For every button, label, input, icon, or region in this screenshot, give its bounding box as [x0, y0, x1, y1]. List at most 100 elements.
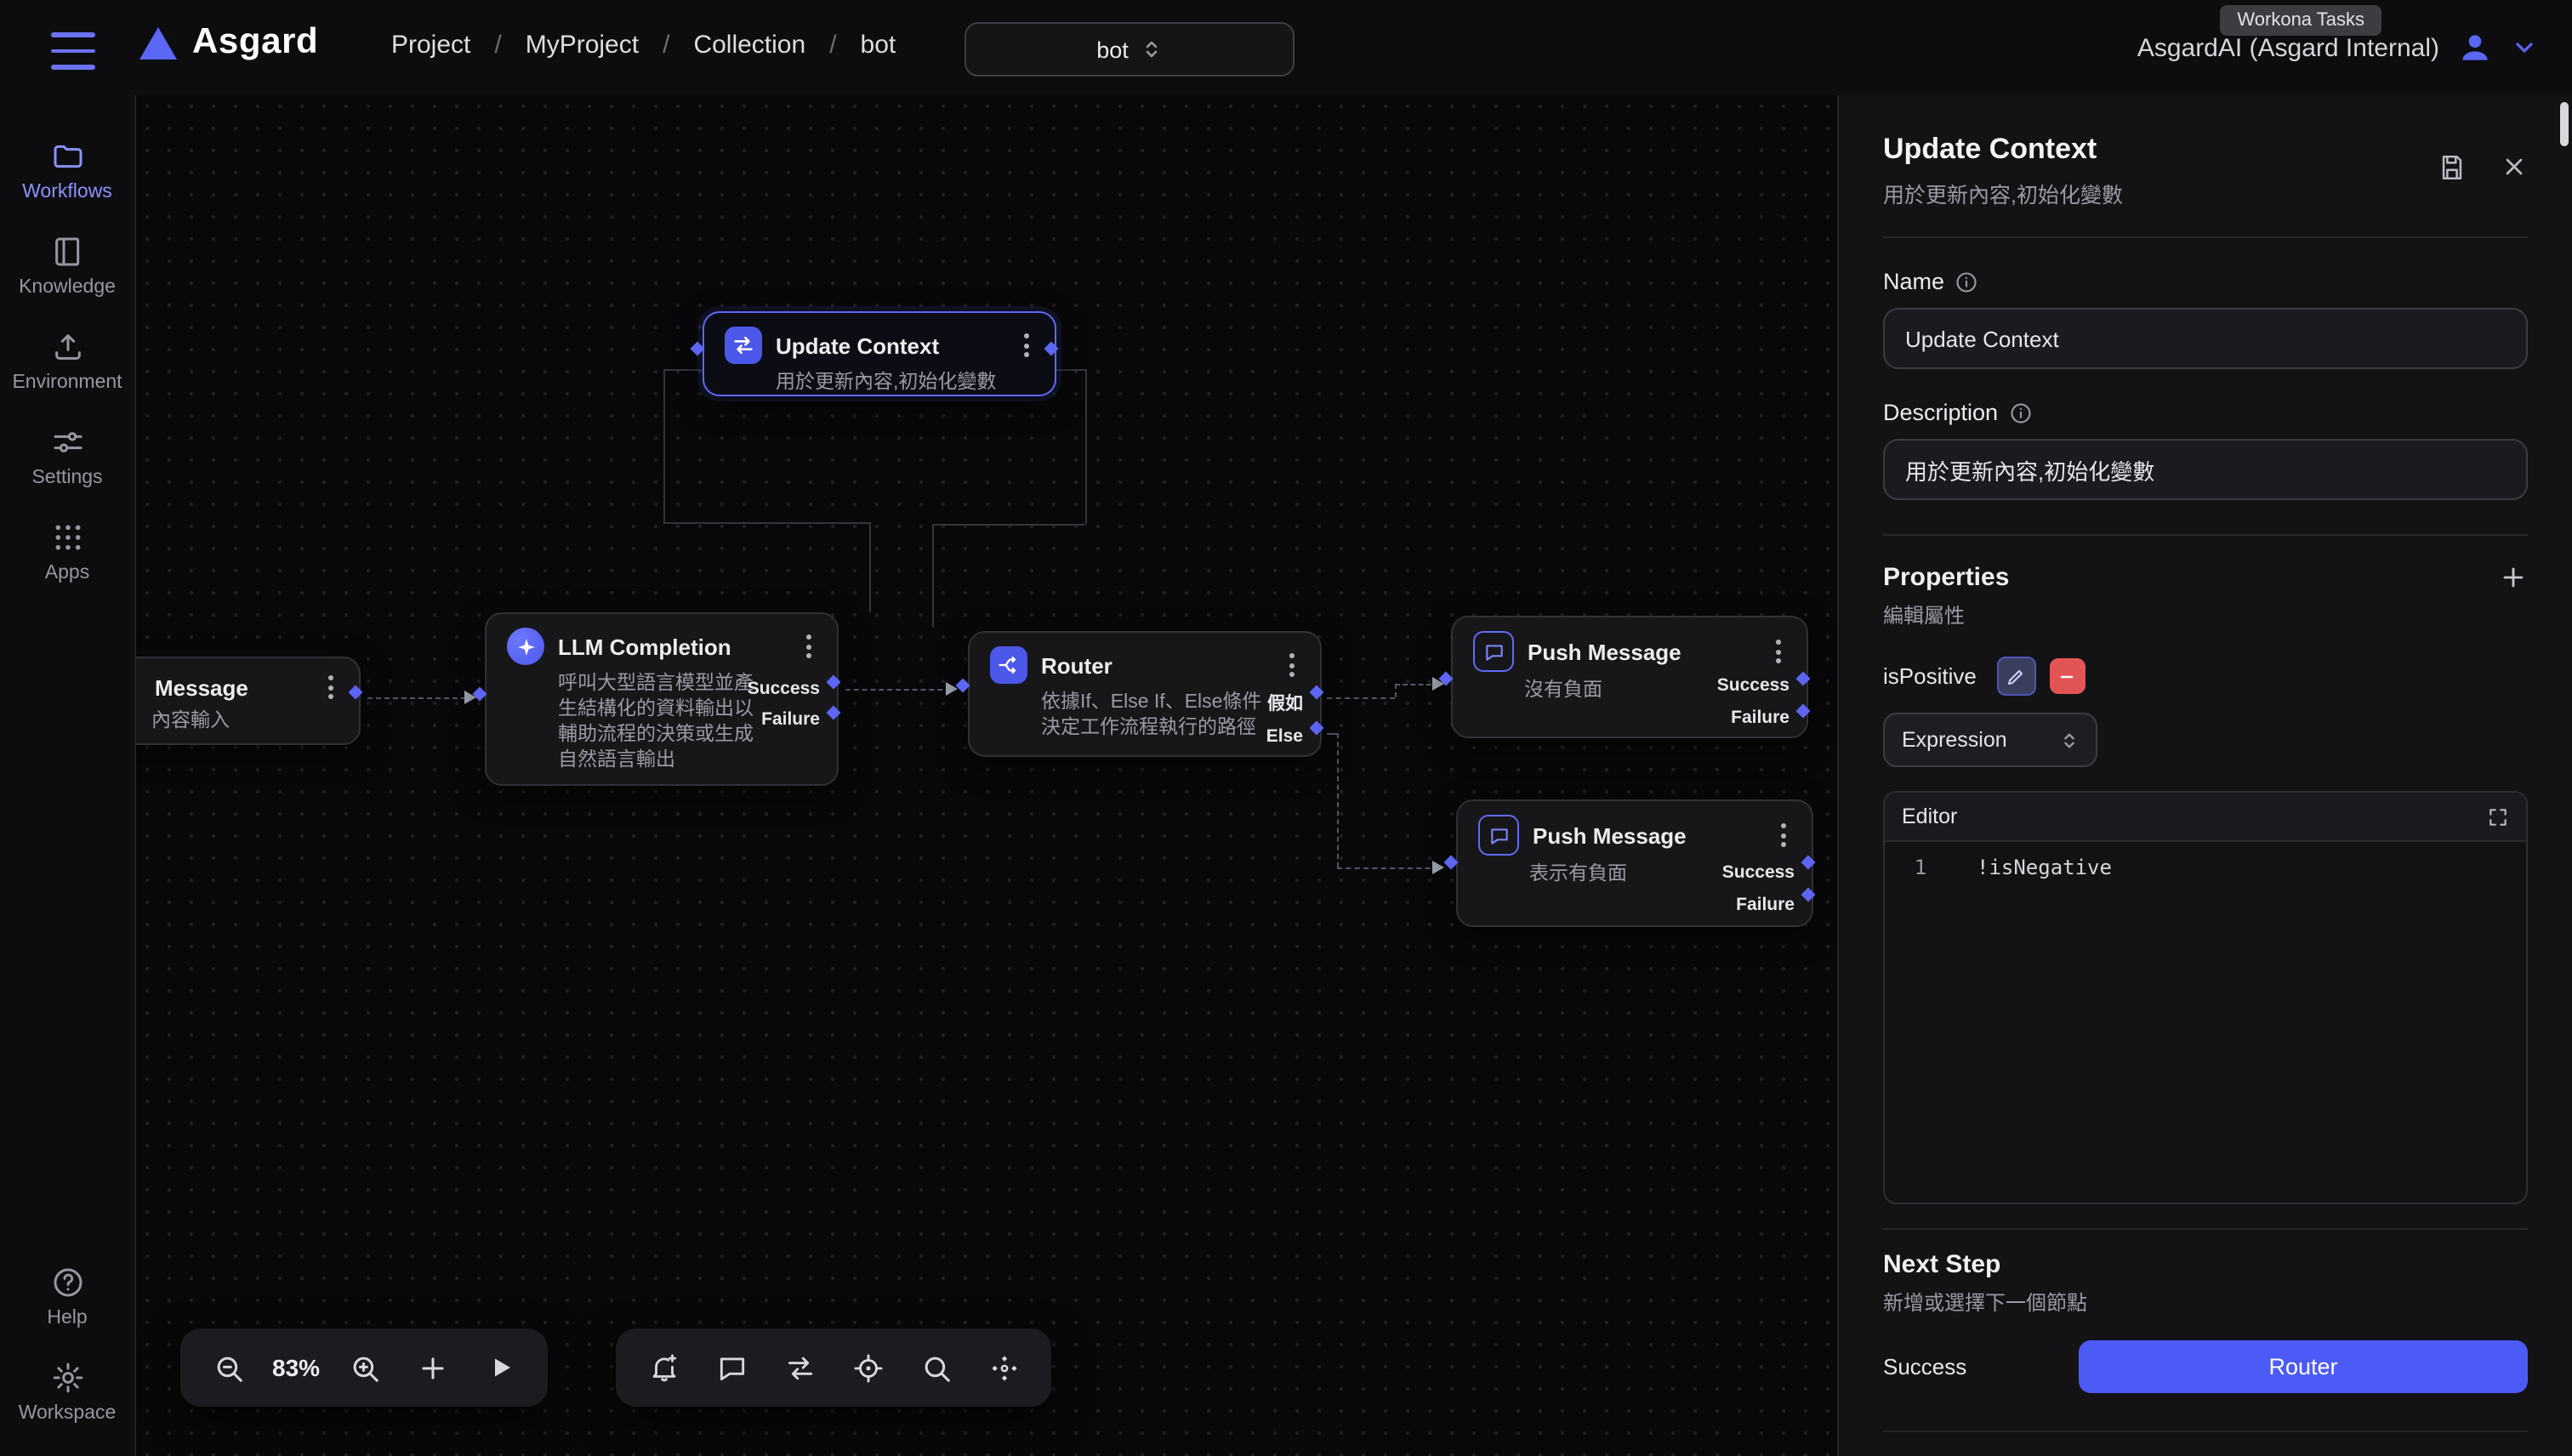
menu-icon[interactable]	[51, 29, 95, 73]
output-else[interactable]: Else	[1266, 726, 1303, 747]
logo-text: Asgard	[192, 22, 318, 63]
app-window: Asgard Project/ MyProject/ Collection/ b…	[0, 0, 2572, 1456]
node-description: 依據If、Else If、Else條件決定工作流程執行的路徑	[1041, 691, 1279, 742]
node-menu-icon[interactable]	[323, 672, 339, 702]
bell-plus-icon[interactable]	[633, 1337, 694, 1398]
output-success[interactable]: Success	[1722, 862, 1795, 883]
output-success[interactable]: Success	[1717, 675, 1790, 696]
top-bar: Asgard Project/ MyProject/ Collection/ b…	[0, 0, 2572, 95]
info-icon	[2008, 401, 2032, 424]
scrollbar-thumb[interactable]	[2560, 102, 2569, 146]
edge-router-push1	[1395, 684, 1397, 697]
edge-segment	[1056, 369, 1085, 371]
name-input[interactable]	[1883, 308, 2528, 369]
node-title: Message	[155, 674, 310, 700]
node-title: LLM Completion	[558, 634, 788, 659]
expand-icon[interactable]	[2487, 805, 2509, 828]
edge-segment	[1085, 369, 1087, 524]
node-menu-icon[interactable]	[801, 631, 817, 662]
search-icon[interactable]	[905, 1337, 966, 1398]
help-icon	[50, 1265, 84, 1300]
properties-title: Properties	[1883, 563, 2009, 592]
edit-property-icon[interactable]	[1997, 657, 2036, 696]
branch-icon	[990, 646, 1027, 684]
sidebar-item-knowledge[interactable]: Knowledge	[6, 235, 128, 298]
sidebar-item-help[interactable]: Help	[6, 1265, 128, 1328]
edge-segment	[663, 369, 665, 522]
zoom-out-icon[interactable]	[197, 1337, 259, 1398]
node-title: Router	[1041, 652, 1271, 678]
node-description: 呼叫大型語言模型並產生結構化的資料輸出以輔助流程的決策或生成自然語言輸出	[558, 672, 765, 774]
sidebar-item-workspace[interactable]: Workspace	[6, 1361, 128, 1424]
breadcrumb-bot[interactable]: bot	[861, 31, 896, 60]
output-failure[interactable]: Failure	[1736, 895, 1795, 915]
node-message[interactable]: Message 內容輸入	[136, 657, 361, 745]
account-label: AsgardAI (Asgard Internal)	[2137, 33, 2439, 62]
node-subtitle: 用於更新內容,初始化變數	[776, 371, 1034, 396]
info-icon	[1955, 270, 1978, 293]
output-failure[interactable]: Failure	[761, 709, 820, 730]
node-subtitle: 內容輸入	[151, 709, 339, 735]
property-type-select[interactable]: Expression	[1883, 713, 2097, 767]
user-icon	[2456, 29, 2494, 66]
output-if[interactable]: 假如	[1267, 691, 1303, 716]
output-success[interactable]: Success	[748, 679, 820, 699]
sidebar-item-workflows[interactable]: Workflows	[6, 139, 128, 202]
auto-layout-icon[interactable]	[973, 1337, 1034, 1398]
chat-icon[interactable]	[701, 1337, 762, 1398]
workflow-select-value: bot	[1096, 37, 1129, 62]
close-icon[interactable]	[2501, 153, 2528, 182]
node-push-message-negative[interactable]: Push Message 表示有負面 Success Failure	[1456, 799, 1813, 927]
zoom-in-icon[interactable]	[333, 1337, 395, 1398]
node-menu-icon[interactable]	[1284, 650, 1300, 680]
folder-icon	[50, 139, 84, 173]
line-number: 1	[1885, 856, 1956, 879]
node-menu-icon[interactable]	[1776, 820, 1791, 850]
sidebar-item-settings[interactable]: Settings	[6, 425, 128, 488]
chat-bubble-icon	[1478, 815, 1519, 856]
node-llm-completion[interactable]: LLM Completion 呼叫大型語言模型並產生結構化的資料輸出以輔助流程的…	[485, 612, 839, 786]
upload-icon	[50, 330, 84, 364]
locate-icon[interactable]	[837, 1337, 898, 1398]
edge-segment	[932, 524, 1085, 526]
run-icon[interactable]	[469, 1337, 531, 1398]
description-input[interactable]	[1883, 439, 2528, 500]
edge-segment	[663, 369, 703, 371]
breadcrumb: Project/ MyProject/ Collection/ bot	[391, 31, 896, 60]
add-property-icon[interactable]	[2499, 563, 2528, 592]
node-update-context[interactable]: Update Context 用於更新內容,初始化變數	[703, 311, 1056, 396]
add-node-icon[interactable]	[401, 1337, 463, 1398]
sidebar-item-apps[interactable]: Apps	[6, 520, 128, 583]
book-icon	[50, 235, 84, 269]
node-menu-icon[interactable]	[1019, 330, 1034, 361]
next-step-branch-label: Success	[1883, 1354, 1966, 1379]
edge-segment	[932, 524, 934, 628]
swap-icon[interactable]	[769, 1337, 830, 1398]
chevron-down-icon	[2511, 34, 2538, 61]
node-title: Update Context	[776, 333, 1005, 358]
code-area[interactable]: 1 !isNegative	[1885, 842, 2526, 1203]
breadcrumb-collection[interactable]: Collection	[693, 31, 805, 60]
node-push-message-positive[interactable]: Push Message 沒有負面 Success Failure	[1451, 616, 1808, 738]
next-step-subtitle: 新增或選擇下一個節點	[1883, 1288, 2528, 1317]
breadcrumb-myproject[interactable]: MyProject	[526, 31, 639, 60]
workflow-select[interactable]: bot	[964, 22, 1295, 77]
save-icon[interactable]	[2438, 153, 2467, 182]
zoom-toolbar: 83%	[180, 1328, 548, 1407]
workflow-canvas[interactable]: Message 內容輸入 Update Context 用於更新內容,初始化變數…	[136, 95, 1837, 1456]
select-chevrons-icon	[1142, 37, 1163, 61]
property-name: isPositive	[1883, 663, 1977, 689]
remove-property-icon[interactable]	[2050, 658, 2085, 694]
gear-icon	[50, 1361, 84, 1395]
left-sidebar: Workflows Knowledge Environment Settings…	[0, 95, 136, 1456]
node-router[interactable]: Router 依據If、Else If、Else條件決定工作流程執行的路徑 假如…	[968, 631, 1322, 757]
node-menu-icon[interactable]	[1771, 636, 1786, 667]
next-step-target-button[interactable]: Router	[2079, 1340, 2528, 1393]
sidebar-item-environment[interactable]: Environment	[6, 330, 128, 393]
output-failure[interactable]: Failure	[1731, 708, 1790, 728]
breadcrumb-project[interactable]: Project	[391, 31, 470, 60]
app-logo[interactable]: Asgard	[139, 22, 318, 63]
grid-dots-icon	[50, 520, 84, 555]
edge-router-push2	[1337, 733, 1339, 867]
description-label: Description	[1883, 400, 2528, 425]
